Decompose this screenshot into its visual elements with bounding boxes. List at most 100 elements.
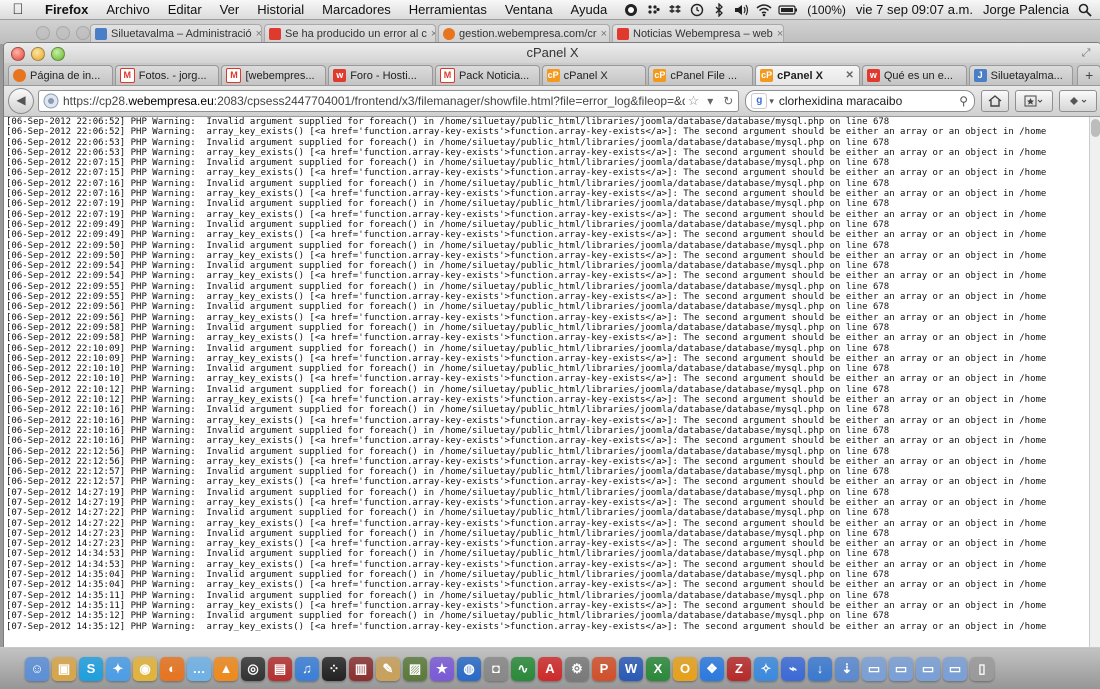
tab-fotos[interactable]: M Fotos. - jorg... (114, 65, 220, 85)
close-icon[interactable] (36, 26, 50, 40)
apple-menu-icon[interactable]:  (0, 1, 36, 18)
zoom-icon[interactable] (76, 26, 90, 40)
skype-icon[interactable]: S (79, 656, 103, 681)
tab-webempresa-mail[interactable]: M [webempres... (221, 65, 327, 85)
battery-icon[interactable] (778, 3, 798, 17)
tab-pagina-de-inicio[interactable]: Página de in... (8, 65, 113, 85)
zoom-window-icon[interactable] (51, 47, 65, 61)
menu-app-name[interactable]: Firefox (36, 2, 97, 17)
extensions-button[interactable] (1059, 90, 1097, 112)
app-icon[interactable]: ✧ (754, 656, 778, 681)
filezilla-icon[interactable]: Z (727, 656, 751, 681)
skype-status-icon[interactable] (624, 3, 638, 17)
background-tab[interactable]: Se ha producido un error al c × (264, 24, 436, 43)
tab-cpanel-file-manager[interactable]: cP cPanel File ... (648, 65, 754, 85)
close-tab-icon[interactable]: × (252, 28, 261, 40)
tab-cpanel-x-active[interactable]: cP cPanel X ✕ (755, 65, 860, 85)
image-icon[interactable]: ▨ (403, 656, 427, 681)
background-tab[interactable]: gestion.webempresa.com/cr × (438, 24, 610, 43)
powerpoint-icon[interactable]: P (592, 656, 616, 681)
tab-siluetayalma[interactable]: J Siluetayalma... (968, 65, 1074, 85)
scrollbar-thumb[interactable] (1091, 119, 1100, 137)
finder-icon[interactable]: ☺ (25, 656, 49, 681)
search-icon[interactable]: ⚲ (953, 94, 974, 108)
folder-icon[interactable]: ▭ (862, 656, 886, 681)
ichat-icon[interactable]: … (187, 656, 211, 681)
safari-icon[interactable]: ✦ (106, 656, 130, 681)
folder-icon[interactable]: ▭ (889, 656, 913, 681)
wifi-icon[interactable] (756, 3, 772, 17)
bookmarks-button[interactable] (1015, 90, 1054, 112)
acrobat-icon[interactable]: A (538, 656, 562, 681)
minimize-icon[interactable] (56, 26, 70, 40)
search-input[interactable]: clorhexidina maracaibo (774, 94, 953, 108)
url-bar[interactable]: https://cp28.webempresa.eu:2083/cpsess24… (37, 90, 740, 112)
menu-marcadores[interactable]: Marcadores (313, 2, 400, 17)
spotlight-search-icon[interactable] (1078, 3, 1092, 17)
itunes-icon[interactable]: ♫ (295, 656, 319, 681)
folder-icon[interactable]: ▭ (943, 656, 967, 681)
close-window-icon[interactable] (11, 47, 25, 61)
bookmark-star-icon[interactable]: ☆ (685, 93, 703, 109)
fullscreen-icon[interactable]: ⤢ (1079, 46, 1093, 60)
vertical-scrollbar[interactable] (1089, 117, 1100, 648)
webempresa-icon (269, 28, 281, 40)
search-bar[interactable]: g ▾ clorhexidina maracaibo ⚲ (745, 90, 976, 112)
close-tab-icon[interactable]: × (427, 28, 435, 40)
menu-archivo[interactable]: Archivo (97, 2, 158, 17)
home-button[interactable] (981, 90, 1010, 112)
reload-icon[interactable]: ↻ (718, 94, 738, 108)
background-tab[interactable]: Noticias Webempresa – web × (612, 24, 784, 43)
menu-historial[interactable]: Historial (248, 2, 313, 17)
close-tab-icon[interactable]: × (597, 28, 609, 40)
trash-icon[interactable]: ▯ (970, 656, 994, 681)
blackberry-status-icon[interactable] (646, 3, 660, 17)
camera-icon[interactable]: ◘ (484, 656, 508, 681)
menu-ventana[interactable]: Ventana (496, 2, 562, 17)
dropbox-icon[interactable]: ❖ (700, 656, 724, 681)
downloads-icon[interactable]: ↓ (808, 656, 832, 681)
background-tab[interactable]: Siluetavalma – Administració × (90, 24, 262, 43)
tab-foro-hosting[interactable]: w Foro - Hosti... (328, 65, 433, 85)
imovie-icon[interactable]: ★ (430, 656, 454, 681)
photo-icon[interactable]: ▥ (349, 656, 373, 681)
menu-ver[interactable]: Ver (211, 2, 249, 17)
site-identity-icon[interactable] (43, 93, 59, 109)
network-icon[interactable]: ◍ (457, 656, 481, 681)
outlook-icon[interactable]: O (673, 656, 697, 681)
word-icon[interactable]: W (619, 656, 643, 681)
blackberry-icon[interactable]: ⁘ (322, 656, 346, 681)
preview-icon[interactable]: ▣ (52, 656, 76, 681)
minimize-window-icon[interactable] (31, 47, 45, 61)
tab-pack-noticias[interactable]: M Pack Noticia... (434, 65, 540, 85)
new-tab-button[interactable]: + (1077, 65, 1100, 85)
volume-icon[interactable] (734, 3, 749, 17)
installer-icon[interactable]: ⇣ (835, 656, 859, 681)
close-tab-icon[interactable]: × (773, 28, 783, 40)
folder-icon[interactable]: ▭ (916, 656, 940, 681)
back-button[interactable]: ◀ (8, 88, 34, 114)
bluetooth-icon[interactable] (712, 1, 726, 18)
time-machine-icon[interactable] (690, 3, 704, 17)
user-name[interactable]: Jorge Palencia (978, 2, 1074, 17)
system-preferences-icon[interactable]: ⚙ (565, 656, 589, 681)
tab-que-es-un[interactable]: w Qué es un e... (861, 65, 967, 85)
dropdown-arrow-icon[interactable]: ▾ (702, 94, 718, 108)
tab-cpanel-x[interactable]: cP cPanel X (541, 65, 647, 85)
excel-icon[interactable]: X (646, 656, 670, 681)
chrome-icon[interactable]: ◉ (133, 656, 157, 681)
menu-editar[interactable]: Editar (159, 2, 211, 17)
dvd-player-icon[interactable]: ◎ (241, 656, 265, 681)
google-engine-icon[interactable]: g (751, 93, 768, 109)
app-icon[interactable]: ⌁ (781, 656, 805, 681)
dropbox-status-icon[interactable] (668, 3, 682, 17)
close-tab-icon[interactable]: ✕ (840, 70, 858, 81)
photo-booth-icon[interactable]: ▤ (268, 656, 292, 681)
activity-monitor-icon[interactable]: ∿ (511, 656, 535, 681)
notes-icon[interactable]: ✎ (376, 656, 400, 681)
vlc-icon[interactable]: ▲ (214, 656, 238, 681)
clock[interactable]: vie 7 sep 09:07 a.m. (851, 2, 978, 17)
menu-ayuda[interactable]: Ayuda (562, 2, 617, 17)
firefox-icon[interactable]: ◐ (160, 656, 184, 681)
menu-herramientas[interactable]: Herramientas (400, 2, 496, 17)
